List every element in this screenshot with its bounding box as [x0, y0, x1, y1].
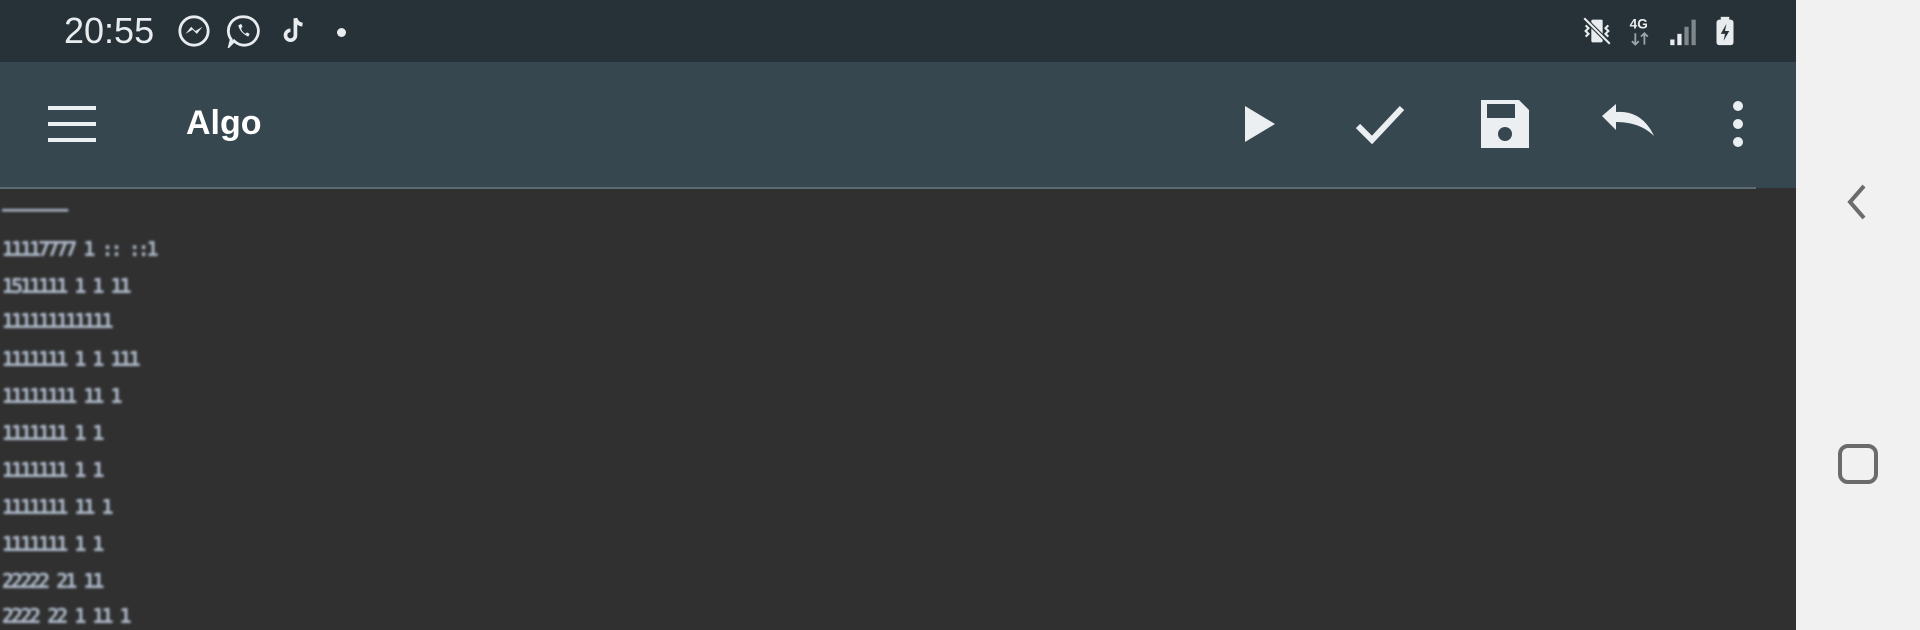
code-editor[interactable]: ——————— 11117777 1 :: ::1 1511111 1 1 11… [0, 189, 1796, 630]
code-line: ——————— [2, 197, 68, 221]
menu-icon[interactable] [40, 96, 104, 152]
save-icon[interactable] [1473, 92, 1537, 156]
status-bar: 20:55 4G [0, 0, 1796, 62]
network-4g-icon: 4G [1626, 14, 1656, 48]
code-line: 1511111 1 1 11 [2, 274, 132, 298]
code-line: 22222 21 11 [2, 569, 104, 593]
code-line: 1111111 1 1 [2, 421, 104, 445]
code-line: 11117777 1 :: ::1 [2, 237, 159, 261]
undo-icon[interactable] [1596, 92, 1660, 156]
toolbar-title: Algo [186, 104, 262, 142]
check-icon[interactable] [1348, 92, 1412, 156]
more-vert-icon[interactable] [1706, 92, 1770, 156]
status-time: 20:55 [64, 10, 155, 51]
signal-icon [1666, 14, 1700, 48]
code-line: 111111111111 [2, 309, 113, 333]
play-icon[interactable] [1227, 92, 1291, 156]
code-line: 1111111 1 1 111 [2, 347, 141, 371]
battery-charging-icon [1708, 14, 1742, 48]
code-line: 11111111 11 1 [2, 384, 123, 408]
code-line: 2222 22 1 11 1 [2, 604, 132, 628]
code-line: 1111111 1 1 [2, 532, 104, 556]
recents-icon[interactable] [1828, 434, 1888, 494]
back-icon[interactable] [1828, 172, 1888, 232]
navigation-bar [1796, 0, 1920, 630]
notification-dot [337, 28, 346, 37]
tiktok-icon [277, 14, 311, 48]
code-line: 1111111 11 1 [2, 495, 113, 519]
code-line: 1111111 1 1 [2, 458, 104, 482]
whatsapp-icon [226, 14, 261, 50]
messenger-icon [177, 14, 211, 48]
network-label: 4G [1630, 17, 1648, 32]
vibrate-mute-icon [1580, 14, 1614, 48]
